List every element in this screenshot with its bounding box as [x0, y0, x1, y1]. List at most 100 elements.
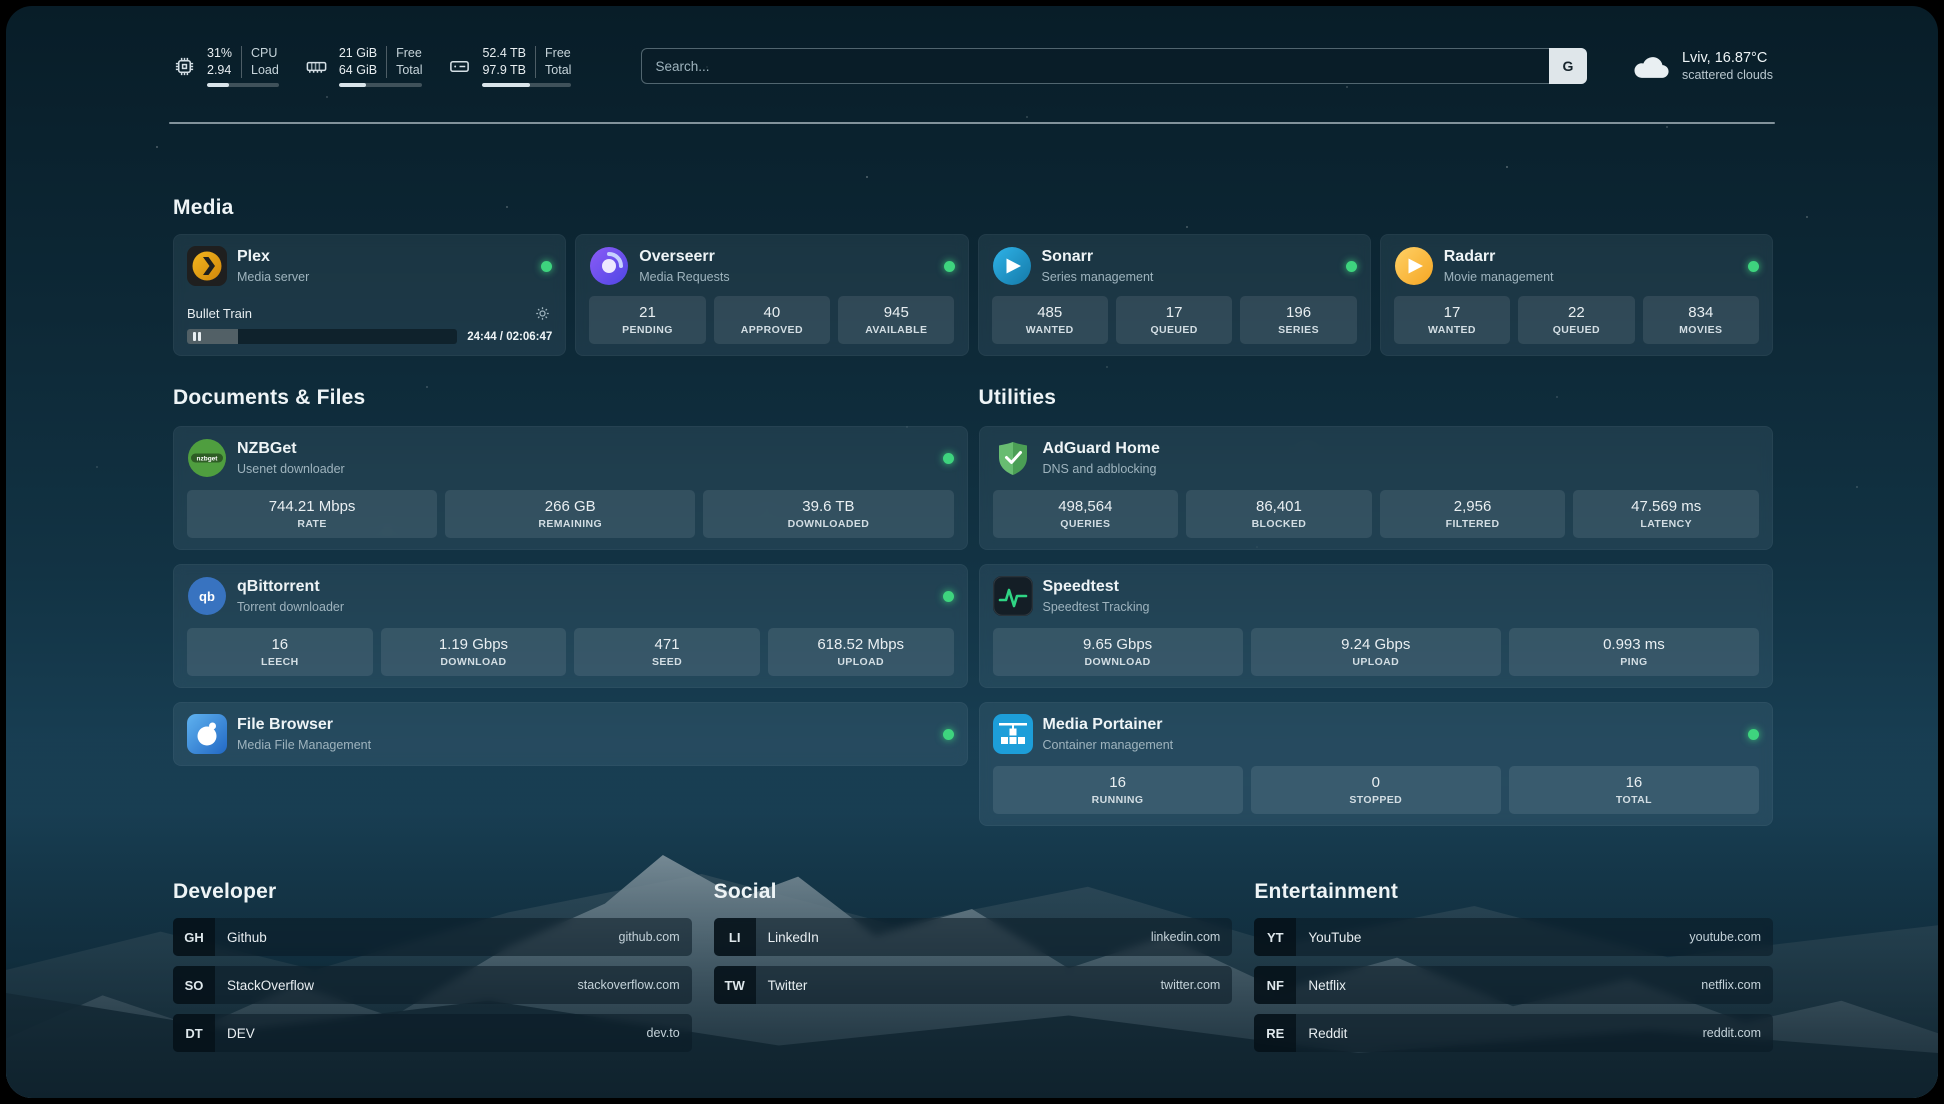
stat-total: 16 TOTAL — [1509, 766, 1759, 814]
card-radarr[interactable]: Radarr Movie management 17 WANTED 22 QUE… — [1380, 234, 1773, 356]
service-desc: Series management — [1042, 270, 1154, 284]
service-desc: Speedtest Tracking — [1043, 600, 1150, 614]
plex-now-playing: Bullet Train 24:44 / 02:06:47 — [187, 304, 552, 344]
status-dot — [1748, 261, 1759, 272]
playback-time: 24:44 / 02:06:47 — [467, 331, 552, 343]
stat-queued: 17 QUEUED — [1116, 296, 1232, 344]
card-qbittorrent[interactable]: qb qBittorrent Torrent downloader 16 LEE… — [173, 564, 968, 688]
stat-series: 196 SERIES — [1240, 296, 1356, 344]
stat-downloaded: 39.6 TB DOWNLOADED — [703, 490, 953, 538]
status-dot — [541, 261, 552, 272]
disk-icon — [448, 55, 471, 78]
cpu-icon — [173, 55, 196, 78]
status-dot — [944, 261, 955, 272]
search-box: G — [641, 48, 1587, 84]
section-title-utilities: Utilities — [979, 386, 1774, 412]
card-nzbget[interactable]: nzbget NZBGet Usenet downloader 744.21 M… — [173, 426, 968, 550]
service-name: Radarr — [1444, 248, 1554, 266]
disk-bar — [482, 83, 571, 87]
bookmark-dev[interactable]: DT DEV dev.to — [173, 1014, 692, 1052]
card-speedtest[interactable]: Speedtest Speedtest Tracking 9.65 Gbps D… — [979, 564, 1774, 688]
gear-icon[interactable] — [533, 304, 552, 323]
bookmark-group-social: Social LI LinkedIn linkedin.com TW Twitt… — [714, 880, 1233, 1052]
stat-upload: 618.52 Mbps UPLOAD — [768, 628, 954, 676]
section-title-entertainment: Entertainment — [1254, 880, 1773, 906]
section-title-media: Media — [173, 196, 234, 222]
service-desc: Media Requests — [639, 270, 729, 284]
cloud-icon — [1631, 52, 1671, 80]
header-divider — [169, 122, 1775, 124]
service-name: Media Portainer — [1043, 716, 1174, 734]
service-name: NZBGet — [237, 440, 345, 458]
service-desc: Media File Management — [237, 738, 371, 752]
service-desc: Torrent downloader — [237, 600, 344, 614]
stat-available: 945 AVAILABLE — [838, 296, 954, 344]
qbittorrent-icon: qb — [187, 576, 227, 616]
weather-location: Lviv, 16.87°C — [1682, 50, 1773, 66]
weather-widget: Lviv, 16.87°C scattered clouds — [1631, 50, 1773, 82]
resource-memory: 21 GiB 64 GiB Free Total — [305, 46, 423, 87]
section-title-documents: Documents & Files — [173, 386, 968, 412]
card-overseerr[interactable]: Overseerr Media Requests 21 PENDING 40 A… — [575, 234, 968, 356]
service-desc: Usenet downloader — [237, 462, 345, 476]
filebrowser-icon — [187, 714, 227, 754]
bookmark-linkedin[interactable]: LI LinkedIn linkedin.com — [714, 918, 1233, 956]
bookmark-twitter[interactable]: TW Twitter twitter.com — [714, 966, 1233, 1004]
stat-download: 1.19 Gbps DOWNLOAD — [381, 628, 567, 676]
weather-condition: scattered clouds — [1682, 68, 1773, 82]
service-name: Sonarr — [1042, 248, 1154, 266]
stat-queued: 22 QUEUED — [1518, 296, 1634, 344]
stat-wanted: 485 WANTED — [992, 296, 1108, 344]
speedtest-icon — [993, 576, 1033, 616]
stat-movies: 834 MOVIES — [1643, 296, 1759, 344]
svg-text:nzbget: nzbget — [197, 456, 219, 463]
documents-section: Documents & Files nzbget NZBGet Usenet d… — [173, 386, 968, 766]
media-section: Plex Media server Bullet Train — [173, 234, 1773, 356]
stat-filtered: 2,956 FILTERED — [1380, 490, 1566, 538]
service-name: Plex — [237, 248, 309, 266]
disk-total: 97.9 TB — [482, 63, 526, 78]
card-sonarr[interactable]: Sonarr Series management 485 WANTED 17 Q… — [978, 234, 1371, 356]
stat-stopped: 0 STOPPED — [1251, 766, 1501, 814]
svg-text:qb: qb — [199, 589, 215, 604]
card-plex[interactable]: Plex Media server Bullet Train — [173, 234, 566, 356]
bookmark-group-entertainment: Entertainment YT YouTube youtube.com NF … — [1254, 880, 1773, 1052]
memory-total-label: Total — [396, 63, 422, 78]
disk-free: 52.4 TB — [482, 46, 526, 61]
adguard-icon — [993, 438, 1033, 478]
memory-icon — [305, 55, 328, 78]
search-provider-button[interactable]: G — [1549, 48, 1587, 84]
bookmark-netflix[interactable]: NF Netflix netflix.com — [1254, 966, 1773, 1004]
cpu-label: CPU — [251, 46, 279, 61]
status-dot — [943, 591, 954, 602]
resource-cpu: 31% 2.94 CPU Load — [173, 46, 279, 87]
radarr-icon — [1394, 246, 1434, 286]
stat-download: 9.65 Gbps DOWNLOAD — [993, 628, 1243, 676]
disk-total-label: Total — [545, 63, 571, 78]
stat-leech: 16 LEECH — [187, 628, 373, 676]
memory-bar — [339, 83, 423, 87]
card-adguard[interactable]: AdGuard Home DNS and adblocking 498,564 … — [979, 426, 1774, 550]
bookmark-youtube[interactable]: YT YouTube youtube.com — [1254, 918, 1773, 956]
portainer-icon — [993, 714, 1033, 754]
disk-free-label: Free — [545, 46, 571, 61]
status-dot — [943, 453, 954, 464]
bookmark-stackoverflow[interactable]: SO StackOverflow stackoverflow.com — [173, 966, 692, 1004]
overseerr-icon — [589, 246, 629, 286]
playback-progress-bar — [187, 329, 457, 344]
bookmark-github[interactable]: GH Github github.com — [173, 918, 692, 956]
stat-remaining: 266 GB REMAINING — [445, 490, 695, 538]
stat-running: 16 RUNNING — [993, 766, 1243, 814]
card-portainer[interactable]: Media Portainer Container management 16 … — [979, 702, 1774, 826]
stat-seed: 471 SEED — [574, 628, 760, 676]
utilities-section: Utilities AdGuard Home DNS and adblockin… — [979, 386, 1774, 826]
stat-queries: 498,564 QUERIES — [993, 490, 1179, 538]
stat-ping: 0.993 ms PING — [1509, 628, 1759, 676]
cpu-percent: 31% — [207, 46, 232, 61]
section-title-developer: Developer — [173, 880, 692, 906]
stat-latency: 47.569 ms LATENCY — [1573, 490, 1759, 538]
bookmark-reddit[interactable]: RE Reddit reddit.com — [1254, 1014, 1773, 1052]
search-input[interactable] — [641, 48, 1587, 84]
card-filebrowser[interactable]: File Browser Media File Management — [173, 702, 968, 766]
stat-blocked: 86,401 BLOCKED — [1186, 490, 1372, 538]
